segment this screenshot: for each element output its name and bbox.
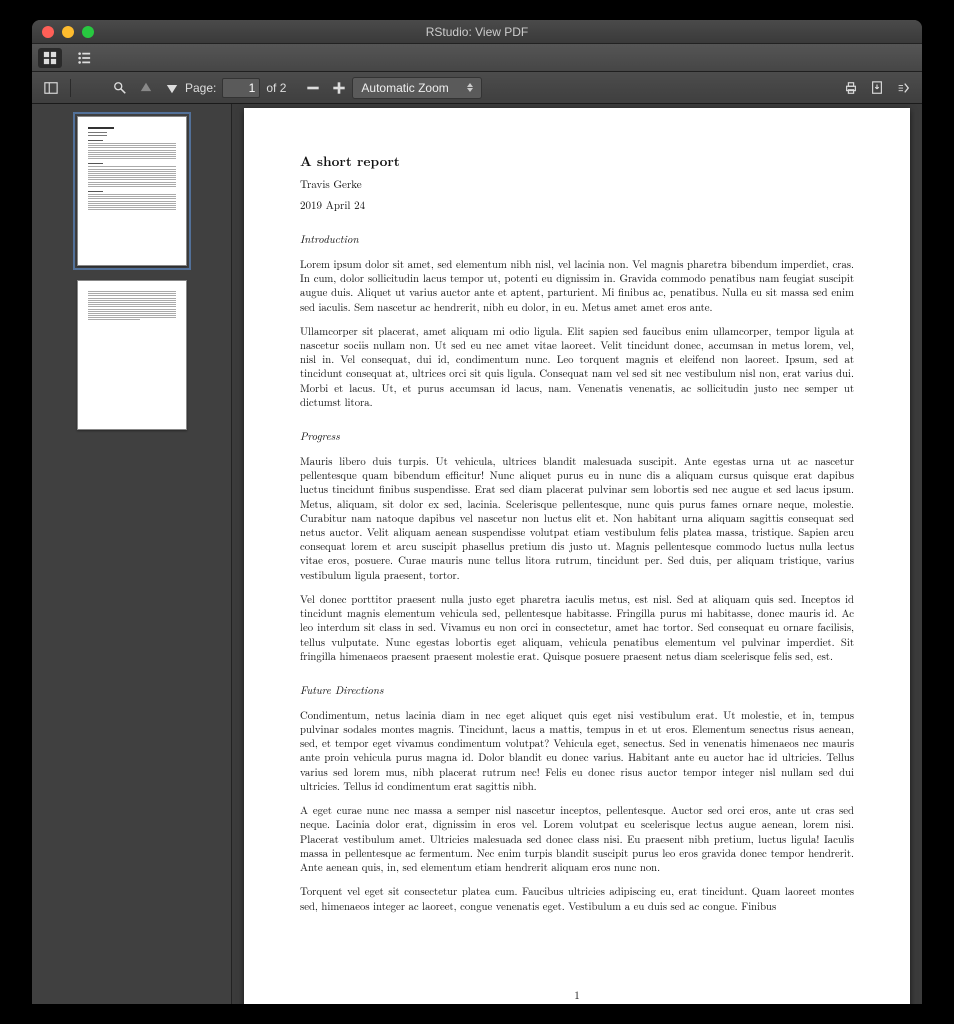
print-button[interactable] [838, 76, 864, 100]
thumbnail-page-1[interactable] [77, 116, 187, 266]
page-number-input[interactable] [222, 78, 260, 98]
page-number: 1 [244, 989, 910, 1004]
thumbnail-page-2[interactable] [77, 280, 187, 430]
download-button[interactable] [864, 76, 890, 100]
prev-page-button[interactable] [133, 76, 159, 100]
viewer-body: A short report Travis Gerke 2019 April 2… [32, 104, 922, 1004]
outline-tab[interactable] [72, 48, 96, 68]
section-heading-progress: Progress [300, 430, 854, 445]
attachments-tab[interactable] [106, 48, 130, 68]
zoom-window-button[interactable] [82, 26, 94, 38]
doc-date: 2019 April 24 [300, 199, 854, 214]
app-window: RStudio: View PDF Page: of 2 [32, 20, 922, 1004]
toggle-sidebar-button[interactable] [38, 76, 64, 100]
section-heading-intro: Introduction [300, 233, 854, 248]
doc-author: Travis Gerke [300, 178, 854, 193]
paragraph: A eget curae nunc nec massa a semper nis… [300, 804, 854, 875]
next-page-button[interactable] [159, 76, 185, 100]
paragraph: Condimentum, netus lacinia diam in nec e… [300, 709, 854, 794]
tools-menu-button[interactable] [890, 76, 916, 100]
pdf-viewer[interactable]: A short report Travis Gerke 2019 April 2… [232, 104, 922, 1004]
pdf-page-1: A short report Travis Gerke 2019 April 2… [244, 108, 910, 1004]
sidebar-tab-toolbar [32, 44, 922, 72]
pdf-toolbar: Page: of 2 Automatic Zoom [32, 72, 922, 104]
paragraph: Torquent vel eget sit consectetur platea… [300, 885, 854, 913]
section-heading-future: Future Directions [300, 684, 854, 699]
thumbnails-tab[interactable] [38, 48, 62, 68]
page-label: Page: [185, 81, 216, 95]
close-window-button[interactable] [42, 26, 54, 38]
zoom-in-button[interactable] [326, 76, 352, 100]
dropdown-caret-icon [467, 83, 473, 92]
paragraph: Ullamcorper sit placerat, amet aliquam m… [300, 325, 854, 410]
paragraph: Vel donec porttitor praesent nulla justo… [300, 593, 854, 664]
paragraph: Lorem ipsum dolor sit amet, sed elementu… [300, 258, 854, 315]
minimize-window-button[interactable] [62, 26, 74, 38]
window-title: RStudio: View PDF [32, 25, 922, 39]
window-controls [32, 26, 94, 38]
page-count-label: of 2 [266, 81, 286, 95]
zoom-out-button[interactable] [300, 76, 326, 100]
paragraph: Mauris libero duis turpis. Ut vehicula, … [300, 455, 854, 583]
zoom-select[interactable]: Automatic Zoom [352, 77, 482, 99]
separator [70, 79, 71, 97]
zoom-select-value: Automatic Zoom [361, 81, 448, 95]
titlebar: RStudio: View PDF [32, 20, 922, 44]
find-button[interactable] [107, 76, 133, 100]
doc-title: A short report [300, 152, 854, 170]
thumbnail-pane [32, 104, 232, 1004]
